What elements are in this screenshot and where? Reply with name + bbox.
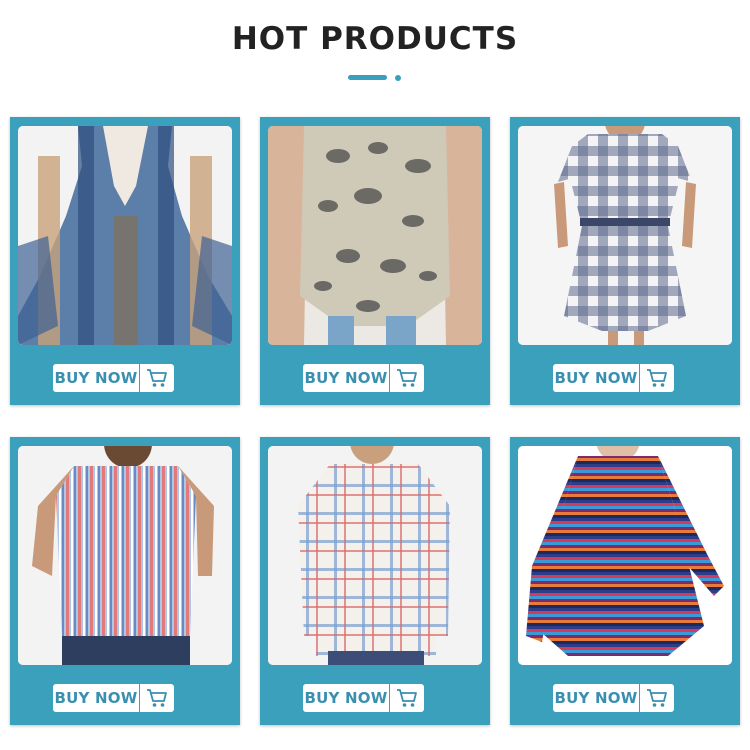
title-divider-bar	[348, 75, 387, 80]
product-card: BUY NOW	[10, 117, 240, 405]
product-card: BUY NOW	[10, 437, 240, 725]
product-card: BUY NOW	[510, 117, 740, 405]
shopping-cart-icon	[640, 684, 674, 712]
page-title: HOT PRODUCTS	[231, 21, 519, 57]
product-image[interactable]	[18, 446, 232, 665]
title-divider-dot	[395, 75, 401, 81]
buy-now-button[interactable]: BUY NOW	[53, 364, 174, 392]
shopping-cart-icon	[140, 364, 174, 392]
product-card: BUY NOW	[510, 437, 740, 725]
buy-now-label: BUY NOW	[554, 689, 638, 707]
buy-now-button[interactable]: BUY NOW	[303, 684, 424, 712]
product-image[interactable]	[518, 126, 732, 345]
product-image[interactable]	[518, 446, 732, 665]
buy-now-button[interactable]: BUY NOW	[303, 364, 424, 392]
shopping-cart-icon	[640, 364, 674, 392]
product-image[interactable]	[268, 126, 482, 345]
shopping-cart-icon	[390, 364, 424, 392]
shopping-cart-icon	[140, 684, 174, 712]
product-card: BUY NOW	[260, 437, 490, 725]
product-card: BUY NOW	[260, 117, 490, 405]
buy-now-button[interactable]: BUY NOW	[53, 684, 174, 712]
buy-now-label: BUY NOW	[554, 369, 638, 387]
buy-now-label: BUY NOW	[304, 369, 388, 387]
buy-now-label: BUY NOW	[54, 369, 138, 387]
buy-now-button[interactable]: BUY NOW	[553, 364, 674, 392]
product-image[interactable]	[268, 446, 482, 665]
buy-now-label: BUY NOW	[304, 689, 388, 707]
buy-now-button[interactable]: BUY NOW	[553, 684, 674, 712]
product-image[interactable]	[18, 126, 232, 345]
shopping-cart-icon	[390, 684, 424, 712]
buy-now-label: BUY NOW	[54, 689, 138, 707]
